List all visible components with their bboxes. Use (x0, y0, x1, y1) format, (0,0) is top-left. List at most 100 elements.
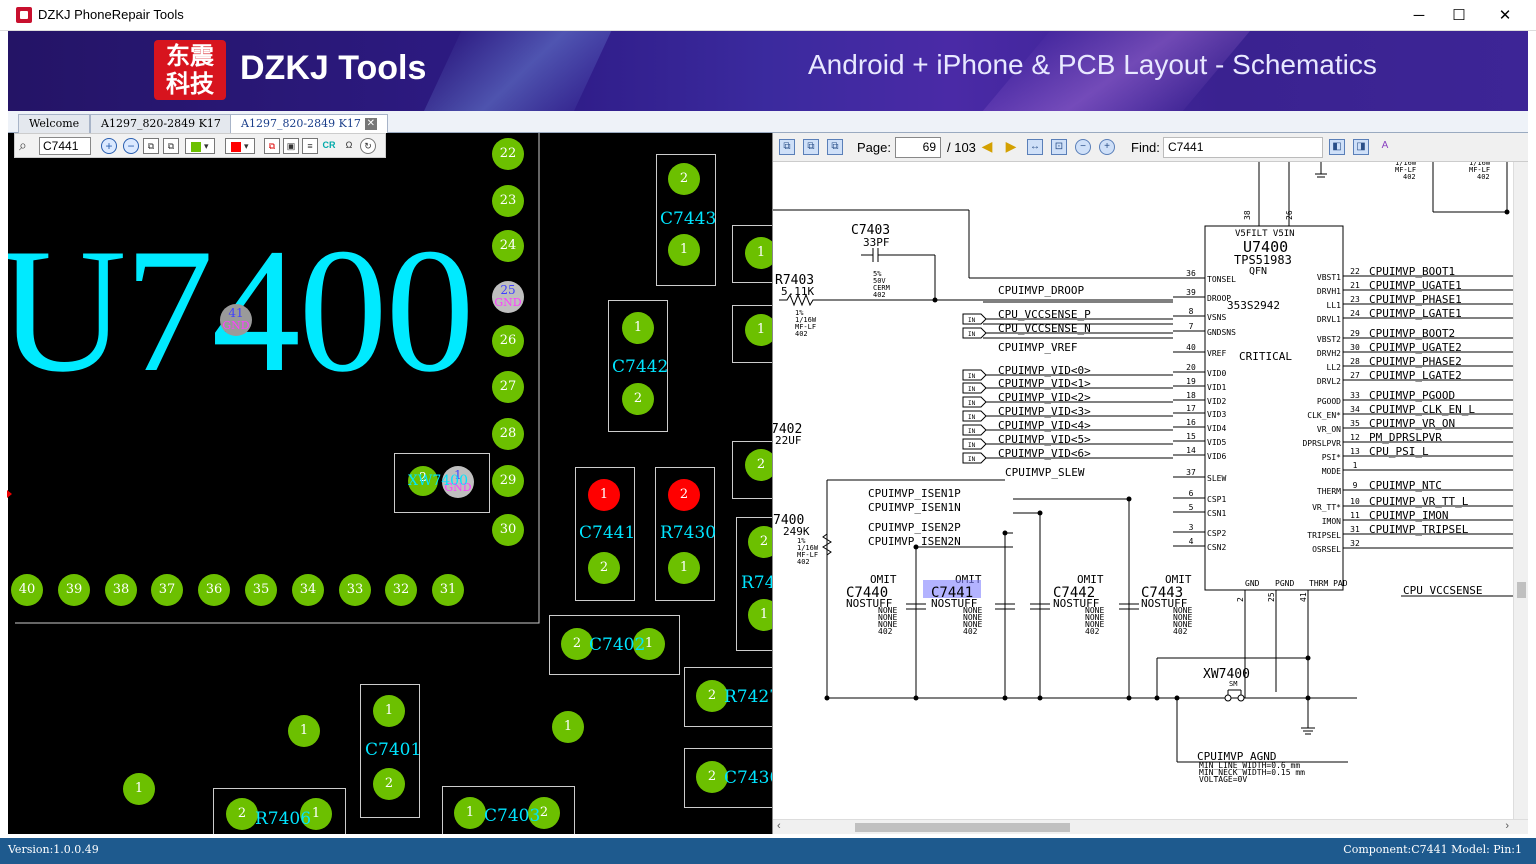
component-label: C7403 (484, 806, 541, 826)
copy-icon[interactable]: ⧉ (779, 139, 795, 155)
tab-close-icon[interactable]: ✕ (364, 118, 377, 130)
list-icon[interactable]: ≡ (302, 138, 318, 154)
pcb-pad[interactable]: 2 (226, 798, 258, 830)
ohm-icon[interactable]: Ω (341, 138, 357, 154)
pin-name: VID5 (1207, 438, 1226, 447)
layer-icon[interactable]: ▣ (283, 138, 299, 154)
pcb-pad-41[interactable]: 41 GND (220, 304, 252, 336)
zoom-out-icon[interactable]: − (1075, 139, 1091, 155)
pcb-pad[interactable]: 1 (373, 695, 405, 727)
pcb-pad[interactable]: 2 (745, 449, 772, 481)
page-input[interactable]: 69 (895, 137, 941, 158)
pcb-pad[interactable]: 26 (492, 325, 524, 357)
pcb-pad[interactable]: 28 (492, 418, 524, 450)
pcb-pad[interactable]: 2 (588, 552, 620, 584)
pcb-pad[interactable]: 2 (668, 163, 700, 195)
close-button[interactable]: ✕ (1482, 0, 1528, 31)
pcb-pad[interactable]: 38 (105, 574, 137, 606)
rotate-icon[interactable]: ↻ (360, 138, 376, 154)
net-name: CPUIMVP_CLK_EN_L (1369, 403, 1475, 416)
net-name: CPUIMVP_IMON (1369, 509, 1448, 522)
tab-welcome[interactable]: Welcome (18, 114, 91, 133)
pcb-pad[interactable]: 37 (151, 574, 183, 606)
prev-page-icon[interactable]: ◀ (979, 139, 995, 155)
tab-board-schematic[interactable]: A1297_820-2849 K17 ✕ (230, 114, 388, 133)
schematic-view[interactable]: ⧉ ⧉ ⧉ Page: 69 / 103 ◀ ▶ ↔ ⊡ − + Find: C… (772, 133, 1528, 834)
pcb-pad[interactable]: 36 (198, 574, 230, 606)
pin-number: 28 (1350, 357, 1360, 366)
pcb-pad[interactable]: 30 (492, 514, 524, 546)
component-label: C7401 (365, 740, 422, 760)
find-prev-icon[interactable]: ◧ (1329, 139, 1345, 155)
net-name: CPUIMVP_PGOOD (1369, 389, 1455, 402)
paste-icon[interactable]: ⧉ (827, 139, 843, 155)
find-input[interactable]: C7441 (1163, 137, 1323, 158)
zoom-in-icon[interactable]: + (101, 138, 117, 154)
pcb-pad[interactable]: 1 (622, 312, 654, 344)
net-name: CPUIMVP_BOOT2 (1369, 327, 1455, 340)
zoom-out-icon[interactable]: − (123, 138, 139, 154)
xw7400-pad (1237, 694, 1245, 702)
pcb-pad[interactable]: 2 (373, 768, 405, 800)
pcb-pad[interactable]: 1 (288, 715, 320, 747)
pin-name: VBST2 (1317, 335, 1341, 344)
pcb-pad[interactable]: 22 (492, 138, 524, 170)
pcb-pad[interactable]: 1 (668, 234, 700, 266)
pcb-search-input[interactable]: C7441 (39, 137, 91, 155)
pcb-pad-selected[interactable]: 1 (588, 479, 620, 511)
pcb-pad[interactable]: 27 (492, 371, 524, 403)
pcb-pad[interactable]: 1 (668, 552, 700, 584)
pad-color-select[interactable]: ▾ (185, 138, 215, 154)
maximize-button[interactable]: ☐ (1436, 0, 1482, 31)
pcb-pad[interactable]: 2 (748, 526, 772, 558)
highlight-color-select[interactable]: ▾ (225, 138, 255, 154)
net-name: CPUIMVP_VR_ON (1369, 417, 1455, 430)
pcb-pad[interactable]: 31 (432, 574, 464, 606)
pcb-view[interactable]: U7400 22 23 24 25GND 26 27 28 29 30 40 3… (8, 133, 772, 834)
pcb-pad[interactable]: 2 (622, 383, 654, 415)
pin-name: VR_TT* (1312, 503, 1341, 512)
pcb-pad[interactable]: 40 (11, 574, 43, 606)
export-icon[interactable]: ⧉ (803, 139, 819, 155)
pcb-pad[interactable]: 1 (748, 599, 772, 631)
horizontal-scrollbar[interactable]: ‹ › (773, 819, 1528, 834)
fit-page-icon[interactable]: ⊡ (1051, 139, 1067, 155)
pcb-pad-selected[interactable]: 2 (668, 479, 700, 511)
pcb-pad[interactable]: 35 (245, 574, 277, 606)
pcb-pad[interactable]: 33 (339, 574, 371, 606)
pin-number: 1 (1353, 461, 1358, 470)
flip-icon[interactable]: ⧉ (264, 138, 280, 154)
scroll-thumb[interactable] (855, 823, 1070, 832)
vertical-scrollbar[interactable] (1513, 162, 1528, 819)
pcb-pad[interactable]: 32 (385, 574, 417, 606)
pcb-pad[interactable]: 34 (292, 574, 324, 606)
paste-icon[interactable]: ⧉ (163, 138, 179, 154)
match-case-icon[interactable]: A (1377, 139, 1393, 155)
net-name: CPUIMVP_UGATE1 (1369, 279, 1462, 292)
pcb-pad[interactable]: 1 (123, 773, 155, 805)
component-label-selected: C7441 (579, 523, 636, 543)
pcb-pad[interactable]: 39 (58, 574, 90, 606)
cr-icon[interactable]: CR (321, 138, 337, 154)
pin-name: DRVH1 (1317, 287, 1341, 296)
r7403-spec: 402 (795, 330, 808, 338)
pcb-pad[interactable]: 1 (552, 711, 584, 743)
pcb-pad[interactable]: 1 (745, 314, 772, 346)
pcb-pad[interactable]: 1 (745, 237, 772, 269)
pcb-pad[interactable]: 1 (454, 797, 486, 829)
pcb-pad[interactable]: 29 (492, 465, 524, 497)
fit-width-icon[interactable]: ↔ (1027, 139, 1043, 155)
pcb-pad[interactable]: 23 (492, 185, 524, 217)
pin-number: 37 (1186, 468, 1196, 477)
find-next-icon[interactable]: ◨ (1353, 139, 1369, 155)
pcb-pad[interactable]: 24 (492, 230, 524, 262)
next-page-icon[interactable]: ▶ (1003, 139, 1019, 155)
copy-icon[interactable]: ⧉ (143, 138, 159, 154)
zoom-in-icon[interactable]: + (1099, 139, 1115, 155)
pin-number: 35 (1350, 419, 1360, 428)
tab-board-pcb[interactable]: A1297_820-2849 K17 (90, 114, 232, 133)
pin-number: 26 (1285, 210, 1294, 220)
pin-number: 34 (1350, 405, 1360, 414)
pin-number: 30 (1350, 343, 1360, 352)
pcb-pad-gnd[interactable]: 25 GND (492, 281, 524, 313)
